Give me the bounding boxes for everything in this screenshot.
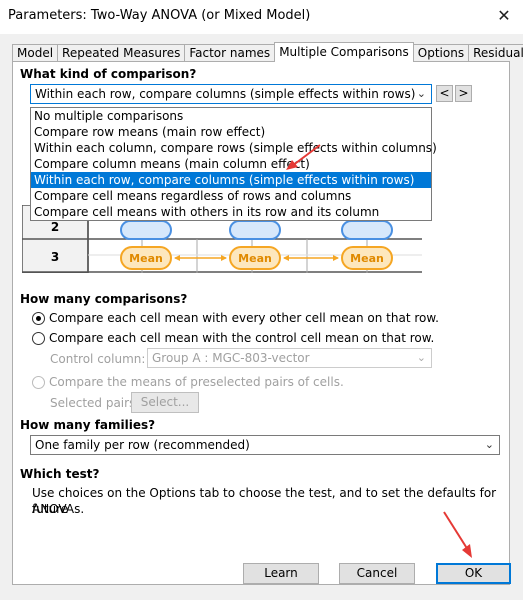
comparison-kind-heading: What kind of comparison?	[20, 67, 197, 81]
dropdown-option[interactable]: Compare cell means regardless of rows an…	[31, 188, 431, 204]
row-label-3: 3	[51, 250, 59, 264]
which-test-heading: Which test?	[20, 467, 100, 481]
tab-multiple-comparisons[interactable]: Multiple Comparisons	[274, 42, 414, 62]
tab-options[interactable]: Options	[412, 44, 470, 62]
control-column-label: Control column:	[50, 352, 146, 366]
tab-model[interactable]: Model	[12, 44, 59, 62]
previous-button[interactable]: <	[436, 85, 453, 102]
dropdown-option[interactable]: Compare row means (main row effect)	[31, 124, 431, 140]
how-many-comparisons-heading: How many comparisons?	[20, 292, 188, 306]
comparison-kind-select[interactable]: Within each row, compare columns (simple…	[30, 84, 432, 104]
dropdown-option[interactable]: Compare column means (main column effect…	[31, 156, 431, 172]
radio-every-other[interactable]: Compare each cell mean with every other …	[32, 311, 439, 325]
tab-strip: Model Repeated Measures Factor names Mul…	[12, 42, 523, 62]
tab-residuals[interactable]: Residuals	[468, 44, 523, 62]
comparison-kind-value: Within each row, compare columns (simple…	[35, 87, 416, 101]
selected-pairs-label: Selected pairs:	[50, 396, 140, 410]
next-button[interactable]: >	[455, 85, 472, 102]
dropdown-option[interactable]: Compare cell means with others in its ro…	[31, 204, 431, 220]
learn-button[interactable]: Learn	[243, 563, 319, 584]
title-bar: Parameters: Two-Way ANOVA (or Mixed Mode…	[0, 0, 523, 34]
radio-every-other-label: Compare each cell mean with every other …	[49, 311, 439, 325]
mean-label-1: Mean	[129, 252, 163, 265]
radio-preselected[interactable]: Compare the means of preselected pairs o…	[32, 375, 344, 389]
window-title: Parameters: Two-Way ANOVA (or Mixed Mode…	[8, 8, 311, 23]
radio-control[interactable]: Compare each cell mean with the control …	[32, 331, 434, 345]
chevron-down-icon: ⌄	[416, 351, 426, 364]
control-column-value: Group A : MGC-803-vector	[152, 351, 310, 365]
radio-control-label: Compare each cell mean with the control …	[49, 331, 435, 345]
families-value: One family per row (recommended)	[35, 438, 250, 452]
tab-factor-names[interactable]: Factor names	[184, 44, 276, 62]
cancel-button[interactable]: Cancel	[339, 563, 415, 584]
row-label-2: 2	[51, 220, 59, 234]
chevron-down-icon: ⌄	[484, 438, 494, 451]
annotation-arrow-icon	[286, 144, 321, 170]
mean-label-3: Mean	[350, 252, 384, 265]
families-heading: How many families?	[20, 418, 156, 432]
dropdown-option-selected[interactable]: Within each row, compare columns (simple…	[31, 172, 431, 188]
radio-button-icon[interactable]	[32, 311, 45, 325]
chevron-down-icon: ⌄	[416, 87, 426, 100]
dropdown-option[interactable]: Within each column, compare rows (simple…	[31, 140, 437, 156]
close-icon[interactable]: ✕	[493, 6, 515, 26]
which-test-text-line2: ANOVAs.	[32, 502, 85, 516]
control-column-select[interactable]: Group A : MGC-803-vector ⌄	[147, 348, 432, 368]
comparison-kind-dropdown: No multiple comparisons Compare row mean…	[30, 107, 437, 221]
select-pairs-button[interactable]: Select...	[131, 392, 199, 413]
ok-button[interactable]: OK	[436, 563, 511, 584]
radio-preselected-label: Compare the means of preselected pairs o…	[49, 375, 344, 389]
radio-button-icon[interactable]	[32, 375, 45, 389]
radio-button-icon[interactable]	[32, 331, 45, 345]
annotation-arrow-icon	[443, 511, 472, 558]
dropdown-option[interactable]: No multiple comparisons	[31, 108, 431, 124]
families-select[interactable]: One family per row (recommended) ⌄	[30, 435, 500, 455]
tab-repeated-measures[interactable]: Repeated Measures	[57, 44, 186, 62]
dialog-client: Model Repeated Measures Factor names Mul…	[0, 34, 523, 600]
mean-label-2: Mean	[238, 252, 272, 265]
